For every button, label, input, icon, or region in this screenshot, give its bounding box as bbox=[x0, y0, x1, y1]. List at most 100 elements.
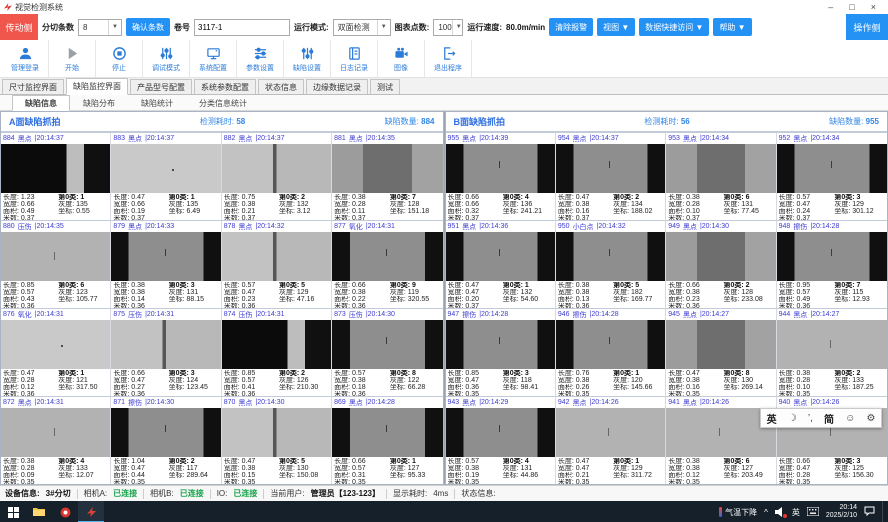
subtab-缺陷统计[interactable]: 缺陷统计 bbox=[128, 96, 186, 110]
close-button[interactable]: × bbox=[871, 2, 876, 12]
defect-card[interactable]: 951黑点|20:14:36长度: 0.47宽度: 0.47面积: 0.20米数… bbox=[446, 220, 556, 308]
defect-card[interactable]: 948擦伤|20:14:28长度: 0.95宽度: 0.57面积: 0.49米数… bbox=[777, 220, 887, 308]
defect-type: 压伤 bbox=[349, 310, 363, 320]
defect-coordinate: 坐标: 269.14 bbox=[723, 384, 773, 391]
data-quick-access-menu-button[interactable]: 数据快捷访问 ▼ bbox=[639, 18, 709, 36]
tab-尺寸监控界面[interactable]: 尺寸监控界面 bbox=[2, 79, 64, 94]
defect-card[interactable]: 942黑点|20:14:26长度: 0.47宽度: 0.47面积: 0.21米数… bbox=[556, 396, 666, 484]
defect-card[interactable]: 876氧化|20:14:31长度: 0.47宽度: 0.28面积: 0.12米数… bbox=[1, 308, 111, 396]
defect-card[interactable]: 871擦伤|20:14:30长度: 1.04宽度: 0.47面积: 0.44米数… bbox=[111, 396, 221, 484]
start-button[interactable] bbox=[0, 501, 26, 522]
moon-icon[interactable]: ☽ bbox=[788, 413, 797, 424]
toolbar-button-管理登录[interactable]: 管理登录 bbox=[2, 40, 49, 77]
defect-card[interactable]: 944黑点|20:14:27长度: 0.38宽度: 0.28面积: 0.10米数… bbox=[777, 308, 887, 396]
defect-type: 黑点 bbox=[683, 134, 697, 144]
subtab-缺陷分布[interactable]: 缺陷分布 bbox=[70, 96, 128, 110]
file-explorer-icon[interactable] bbox=[26, 501, 52, 522]
taskbar-clock[interactable]: 20:14 2025/2/10 bbox=[826, 504, 857, 520]
defect-card[interactable]: 954黑点|20:14:37长度: 0.47宽度: 0.38面积: 0.16米数… bbox=[556, 132, 666, 220]
tab-边缘数据记录[interactable]: 边缘数据记录 bbox=[306, 79, 368, 94]
subtab-缺陷信息[interactable]: 缺陷信息 bbox=[12, 95, 70, 111]
defect-card[interactable]: 875压伤|20:14:31长度: 0.66宽度: 0.47面积: 0.27米数… bbox=[111, 308, 221, 396]
drive-side-button[interactable]: 传动侧 bbox=[0, 14, 38, 40]
minimize-button[interactable]: – bbox=[828, 2, 833, 12]
tab-缺陷监控界面[interactable]: 缺陷监控界面 bbox=[66, 78, 128, 95]
defect-gray-value: 灰度: 115 bbox=[834, 289, 885, 296]
defect-coordinate: 坐标: 95.33 bbox=[390, 472, 441, 479]
defect-class-info: 第0类: 8灰度: 130坐标: 269.14 bbox=[723, 370, 773, 396]
punctuation-icon[interactable]: ’, bbox=[808, 413, 813, 424]
defect-class-info: 第0类: 1灰度: 135坐标: 6.49 bbox=[169, 194, 219, 220]
inspection-app-icon[interactable] bbox=[78, 501, 104, 522]
defect-card[interactable]: 955黑点|20:14:39长度: 0.66宽度: 0.66面积: 0.32米数… bbox=[446, 132, 556, 220]
toolbar-button-退出程序[interactable]: 退出程序 bbox=[425, 40, 472, 77]
toolbar-button-系统配置[interactable]: 系统配置 bbox=[190, 40, 237, 77]
defect-card[interactable]: 878黑点|20:14:32长度: 0.57宽度: 0.47面积: 0.23米数… bbox=[222, 220, 332, 308]
defect-card[interactable]: 952黑点|20:14:34长度: 0.57宽度: 0.47面积: 0.24米数… bbox=[777, 132, 887, 220]
defect-card[interactable]: 950小白点|20:14:32长度: 0.38宽度: 0.38面积: 0.13米… bbox=[556, 220, 666, 308]
view-menu-button[interactable]: 视图 ▼ bbox=[597, 18, 635, 36]
defect-card[interactable]: 946擦伤|20:14:28长度: 0.76宽度: 0.38面积: 0.26米数… bbox=[556, 308, 666, 396]
defect-card[interactable]: 881黑点|20:14:35长度: 0.38宽度: 0.28面积: 0.11米数… bbox=[332, 132, 442, 220]
operator-side-button[interactable]: 操作侧 bbox=[846, 14, 888, 40]
defect-card[interactable]: 882黑点|20:14:37长度: 0.75宽度: 0.38面积: 0.21米数… bbox=[222, 132, 332, 220]
tab-产品型号配置[interactable]: 产品型号配置 bbox=[130, 79, 192, 94]
defect-card[interactable]: 947擦伤|20:14:28长度: 0.85宽度: 0.47面积: 0.36米数… bbox=[446, 308, 556, 396]
clear-alarm-button[interactable]: 清除报警 bbox=[549, 18, 593, 36]
divider bbox=[143, 489, 144, 499]
defect-card[interactable]: 884黑点|20:14:37长度: 1.23宽度: 0.66面积: 0.49米数… bbox=[1, 132, 111, 220]
toolbar-button-参数设置[interactable]: 参数设置 bbox=[237, 40, 284, 77]
show-desktop-button[interactable] bbox=[882, 501, 885, 522]
settings-gear-icon[interactable]: ⚙ bbox=[866, 413, 875, 424]
ime-simplified-toggle[interactable]: 简 bbox=[824, 411, 834, 426]
ime-lang-toggle[interactable]: 英 bbox=[767, 411, 777, 426]
toolbar-button-日志记录[interactable]: 日志记录 bbox=[331, 40, 378, 77]
defect-card[interactable]: 880压伤|20:14:35长度: 0.85宽度: 0.57面积: 0.43米数… bbox=[1, 220, 111, 308]
touch-keyboard-icon[interactable] bbox=[807, 507, 819, 518]
toolbar-button-图像[interactable]: 图像 bbox=[378, 40, 425, 77]
defect-card[interactable]: 872黑点|20:14:31长度: 0.38宽度: 0.28面积: 0.09米数… bbox=[1, 396, 111, 484]
toolbar-button-缺陷设置[interactable]: 缺陷设置 bbox=[284, 40, 331, 77]
chart-points-select[interactable]: 100 ▼ bbox=[433, 19, 463, 36]
defect-card[interactable]: 873压伤|20:14:30长度: 0.57宽度: 0.38面积: 0.18米数… bbox=[332, 308, 442, 396]
split-count-select[interactable]: 8 ▼ bbox=[78, 19, 122, 36]
windows-taskbar: 气温下降 ^ 英 20:14 2025/2/10 bbox=[0, 501, 888, 522]
notification-center-icon[interactable] bbox=[864, 506, 875, 518]
defect-card[interactable]: 945黑点|20:14:27长度: 0.47宽度: 0.38面积: 0.16米数… bbox=[666, 308, 776, 396]
ime-language-indicator[interactable]: 英 bbox=[792, 507, 800, 518]
defect-time: |20:14:31 bbox=[35, 311, 64, 318]
defect-card[interactable]: 949黑点|20:14:30长度: 0.66宽度: 0.38面积: 0.23米数… bbox=[666, 220, 776, 308]
defect-coordinate: 坐标: 47.16 bbox=[279, 296, 329, 303]
toolbar-button-开始[interactable]: 开始 bbox=[49, 40, 96, 77]
defect-card[interactable]: 874压伤|20:14:31长度: 0.85宽度: 0.57面积: 0.41米数… bbox=[222, 308, 332, 396]
weather-widget[interactable]: 气温下降 bbox=[719, 507, 757, 518]
emoji-icon[interactable]: ☺ bbox=[845, 413, 855, 424]
browser-app-icon[interactable] bbox=[52, 501, 78, 522]
help-menu-button[interactable]: 帮助 ▼ bbox=[713, 18, 751, 36]
tab-系统参数配置[interactable]: 系统参数配置 bbox=[194, 79, 256, 94]
panel-a-detect-time: 检测耗时: 58 bbox=[200, 116, 245, 127]
toolbar-button-停止[interactable]: 停止 bbox=[96, 40, 143, 77]
chart-points-value: 100 bbox=[438, 23, 451, 32]
roll-number-input[interactable] bbox=[194, 19, 290, 36]
defect-card[interactable]: 877氧化|20:14:31长度: 0.66宽度: 0.38面积: 0.22米数… bbox=[332, 220, 442, 308]
defect-image bbox=[556, 144, 665, 193]
defect-card[interactable]: 943黑点|20:14:29长度: 0.57宽度: 0.38面积: 0.19米数… bbox=[446, 396, 556, 484]
volume-icon[interactable] bbox=[775, 507, 785, 517]
tab-测试[interactable]: 测试 bbox=[370, 79, 400, 94]
subtab-分类信息统计[interactable]: 分类信息统计 bbox=[186, 96, 260, 110]
toolbar-button-调试模式[interactable]: 调试模式 bbox=[143, 40, 190, 77]
defect-card[interactable]: 883黑点|20:14:37长度: 0.47宽度: 0.66面积: 0.19米数… bbox=[111, 132, 221, 220]
confirm-count-button[interactable]: 确认条数 bbox=[126, 18, 170, 36]
defect-card[interactable]: 879黑点|20:14:33长度: 0.38宽度: 0.38面积: 0.14米数… bbox=[111, 220, 221, 308]
defect-card[interactable]: 870黑点|20:14:30长度: 0.47宽度: 0.38面积: 0.15米数… bbox=[222, 396, 332, 484]
metric-row: 面积: 0.24 bbox=[779, 208, 835, 215]
defect-id: 950 bbox=[558, 223, 570, 230]
defect-card[interactable]: 953黑点|20:14:34长度: 0.38宽度: 0.28面积: 0.10米数… bbox=[666, 132, 776, 220]
run-mode-select[interactable]: 双面检测 ▼ bbox=[333, 19, 391, 36]
defect-metrics: 长度: 0.66宽度: 0.57面积: 0.31米数: 0.35 bbox=[334, 458, 390, 484]
maximize-button[interactable]: □ bbox=[849, 2, 854, 12]
tab-状态信息[interactable]: 状态信息 bbox=[258, 79, 304, 94]
defect-card[interactable]: 869黑点|20:14:28长度: 0.66宽度: 0.57面积: 0.31米数… bbox=[332, 396, 442, 484]
tray-expand-caret[interactable]: ^ bbox=[764, 508, 768, 517]
